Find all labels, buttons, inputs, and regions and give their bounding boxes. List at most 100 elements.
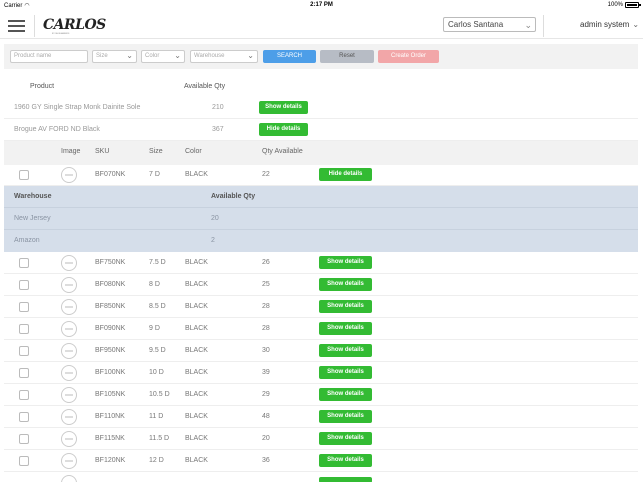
row-checkbox[interactable] <box>19 368 29 378</box>
color-select[interactable]: Color ⌄ <box>141 50 185 63</box>
warehouse-row: Amazon 2 <box>4 230 638 252</box>
row-checkbox[interactable] <box>19 302 29 312</box>
table-row: BF950NK 9.5 D BLACK 30 Show details <box>4 340 638 362</box>
product-qty: 210 <box>212 104 224 111</box>
show-details-button[interactable]: Show details <box>319 278 372 291</box>
warehouse-select[interactable]: Warehouse ⌄ <box>190 50 258 63</box>
products-header: Product Available Qty <box>0 80 643 94</box>
row-checkbox[interactable] <box>19 280 29 290</box>
color-cell: BLACK <box>185 435 208 442</box>
show-details-button[interactable]: Show details <box>319 300 372 313</box>
chevron-down-icon: ⌄ <box>174 51 181 60</box>
warehouse-placeholder: Warehouse <box>194 53 225 59</box>
row-checkbox[interactable] <box>19 434 29 444</box>
color-column-header: Color <box>185 148 202 155</box>
warehouse-name: New Jersey <box>14 215 51 222</box>
battery-icon <box>625 2 641 8</box>
product-thumbnail <box>61 387 77 403</box>
size-select[interactable]: Size ⌄ <box>92 50 137 63</box>
color-cell: BLACK <box>185 391 208 398</box>
row-checkbox[interactable] <box>19 258 29 268</box>
logo: CARLOS <box>43 17 106 33</box>
sku-cell: BF110NK <box>95 413 125 420</box>
warehouse-name: Amazon <box>14 237 40 244</box>
product-thumbnail <box>61 431 77 447</box>
create-order-button[interactable]: Create Order <box>378 50 439 63</box>
logo-subtitle: BY SHOEMAKERS <box>52 33 70 35</box>
size-cell: 8 D <box>149 281 160 288</box>
menu-icon[interactable] <box>8 20 25 32</box>
product-name-input[interactable]: Product name <box>10 50 88 63</box>
warehouse-qty-column-header: Available Qty <box>211 193 256 200</box>
sku-cell: BF115NK <box>95 435 125 442</box>
show-details-button[interactable]: Show details <box>319 366 372 379</box>
color-placeholder: Color <box>145 53 160 59</box>
warehouse-qty: 20 <box>211 215 219 222</box>
product-thumbnail <box>61 475 77 482</box>
sku-cell: BF100NK <box>95 369 126 376</box>
row-checkbox[interactable] <box>19 170 29 180</box>
table-row: BF850NK 8.5 D BLACK 28 Show details <box>4 296 638 318</box>
color-cell: BLACK <box>185 457 208 464</box>
qty-cell: 39 <box>262 369 270 376</box>
product-thumbnail <box>61 167 77 183</box>
warehouse-details: Warehouse Available Qty New Jersey 20 Am… <box>4 186 638 252</box>
row-checkbox[interactable] <box>19 390 29 400</box>
hide-details-button[interactable]: Hide details <box>319 168 372 181</box>
hide-details-button[interactable]: Hide details <box>259 123 308 136</box>
color-cell: BLACK <box>185 325 208 332</box>
row-checkbox[interactable] <box>19 324 29 334</box>
qty-cell: 20 <box>262 435 270 442</box>
show-details-button[interactable]: Show details <box>319 432 372 445</box>
chevron-down-icon: ⌄ <box>247 51 254 60</box>
warehouse-column-header: Warehouse <box>14 193 52 200</box>
show-details-button[interactable]: Show details <box>319 388 372 401</box>
show-details-button[interactable]: Show details <box>319 322 372 335</box>
show-details-button[interactable]: Show details <box>319 344 372 357</box>
nav-divider <box>34 15 35 37</box>
qty-column-header: Qty Available <box>262 148 303 155</box>
user-select[interactable]: Carlos Santana ⌄ <box>443 17 536 32</box>
row-checkbox[interactable] <box>19 346 29 356</box>
image-column-header: Image <box>61 148 81 155</box>
product-name: Brogue AV FORD ND Black <box>14 126 100 133</box>
battery: 100% <box>607 2 641 8</box>
table-row: BF090NK 9 D BLACK 28 Show details <box>4 318 638 340</box>
chevron-down-icon: ⌄ <box>632 20 640 29</box>
warehouse-header: Warehouse Available Qty <box>4 186 638 208</box>
battery-label: 100% <box>607 2 623 8</box>
warehouse-row: New Jersey 20 <box>4 208 638 230</box>
show-details-button[interactable] <box>319 477 372 482</box>
qty-cell: 26 <box>262 259 270 266</box>
table-row <box>4 472 638 482</box>
reset-button[interactable]: Reset <box>320 50 374 63</box>
qty-cell: 25 <box>262 281 270 288</box>
qty-cell: 22 <box>262 171 270 178</box>
product-name-placeholder: Product name <box>14 53 52 59</box>
row-checkbox[interactable] <box>19 412 29 422</box>
row-checkbox[interactable] <box>19 456 29 466</box>
show-details-button[interactable]: Show details <box>259 101 308 114</box>
product-thumbnail <box>61 321 77 337</box>
qty-cell: 48 <box>262 413 270 420</box>
chevron-down-icon: ⌄ <box>126 51 133 60</box>
qty-cell: 28 <box>262 325 270 332</box>
user-select-value: Carlos Santana <box>448 20 504 29</box>
admin-menu[interactable]: admin system ⌄ <box>580 20 639 29</box>
sku-cell: BF105NK <box>95 391 126 398</box>
table-row: BF100NK 10 D BLACK 39 Show details <box>4 362 638 384</box>
table-row: BF120NK 12 D BLACK 36 Show details <box>4 450 638 472</box>
color-cell: BLACK <box>185 369 208 376</box>
sku-cell: BF750NK <box>95 259 126 266</box>
product-row: 1960 GY Single Strap Monk Dainite Sole 2… <box>4 97 638 119</box>
size-cell: 10 D <box>149 369 164 376</box>
size-cell: 10.5 D <box>149 391 170 398</box>
size-placeholder: Size <box>96 53 108 59</box>
search-button[interactable]: SEARCH <box>263 50 316 63</box>
color-cell: BLACK <box>185 171 208 178</box>
show-details-button[interactable]: Show details <box>319 256 372 269</box>
show-details-button[interactable]: Show details <box>319 454 372 467</box>
sku-cell: BF850NK <box>95 303 126 310</box>
show-details-button[interactable]: Show details <box>319 410 372 423</box>
admin-label: admin system <box>580 20 630 29</box>
